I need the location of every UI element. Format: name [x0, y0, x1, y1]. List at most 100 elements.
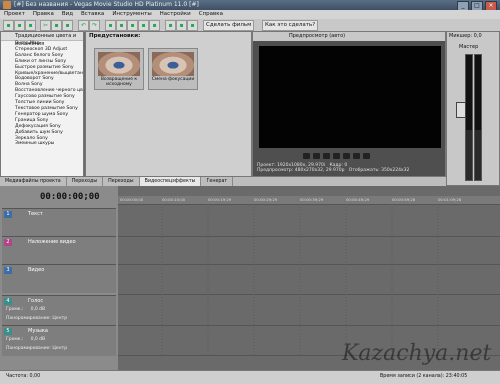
pan-label: Панорамирование:: [6, 316, 51, 321]
track-name: Видео: [28, 267, 45, 273]
undo-icon[interactable]: ↶: [78, 20, 89, 31]
stop-icon[interactable]: [343, 153, 350, 159]
pan-value[interactable]: Центр: [52, 346, 67, 351]
master-fader[interactable]: [456, 102, 466, 118]
track-header[interactable]: 4 Голос Громк.: 0,0 dB Панорамирование: …: [2, 295, 116, 326]
track-header[interactable]: 2 Наложение видео: [2, 236, 116, 265]
tab-video-fx[interactable]: Видеоспецэффекты: [139, 177, 202, 186]
paste-icon[interactable]: ▪: [62, 20, 73, 31]
track-name: Текст: [28, 211, 43, 217]
mixer-label: Микшер: 0,0: [449, 33, 482, 39]
video-preview-panel: Предпросмотр (авто) Проект: 1920x1080x, …: [252, 31, 446, 177]
play-icon[interactable]: [323, 153, 330, 159]
eye-preview-image: [98, 52, 140, 76]
track-name: Музыка: [28, 328, 48, 334]
preview-transport: [303, 153, 370, 159]
menu-tools[interactable]: Инструменты: [108, 10, 155, 19]
tab-transitions-2[interactable]: Переходы: [103, 177, 140, 186]
envelope-icon[interactable]: ▪: [149, 20, 160, 31]
track-number: 3: [4, 267, 12, 274]
new-project-icon[interactable]: ▪: [3, 20, 14, 31]
tab-transitions[interactable]: Переходы: [67, 177, 104, 186]
window-title: [#] Без названия - Vegas Movie Studio HD…: [14, 1, 199, 8]
list-item[interactable]: Текстовое размытие Sony: [15, 106, 83, 112]
preset-caption: Смена фокусации: [151, 77, 195, 82]
track-header[interactable]: 1 Текст: [2, 208, 116, 237]
pan-label: Панорамирование:: [6, 346, 51, 351]
loop-icon[interactable]: [303, 153, 310, 159]
status-bar: Частота: 0,00 Время записи (2 канала): 2…: [0, 370, 500, 384]
mixer-master-title: Мастер: [459, 44, 479, 50]
eye-preview-image: [152, 52, 194, 76]
list-item[interactable]: Змеиные шкуры: [15, 141, 83, 147]
volume-value[interactable]: 0,0 dB: [31, 307, 46, 312]
level-meter-right: [474, 54, 482, 181]
cut-icon[interactable]: ✂: [40, 20, 51, 31]
pan-value[interactable]: Центр: [52, 316, 67, 321]
track-name: Наложение видео: [28, 239, 76, 245]
make-movie-button[interactable]: Сделать фильм: [203, 20, 255, 31]
title-bar: [#] Без названия - Vegas Movie Studio HD…: [0, 0, 500, 11]
menu-edit[interactable]: Правка: [29, 10, 58, 19]
presets-label: Предустановки:: [89, 33, 141, 39]
track-name: Голос: [28, 298, 44, 304]
save-icon[interactable]: ▪: [25, 20, 36, 31]
prev-frame-icon[interactable]: [353, 153, 360, 159]
menu-bar: Проект Правка Вид Вставка Инструменты На…: [0, 10, 500, 19]
presets-panel: Предустановки: Возвращение к исходному С…: [85, 31, 252, 177]
track-number: 2: [4, 239, 12, 246]
info-label: Предпросмотр:: [257, 168, 294, 173]
info-value: 350x224x32: [381, 168, 410, 173]
volume-label: Громк.:: [6, 337, 24, 342]
split-icon[interactable]: ▪: [116, 20, 127, 31]
list-item[interactable]: Быстрое размытие Sony: [15, 65, 83, 71]
info-value: 480x270x32, 29.970p: [294, 168, 345, 173]
stabilize-icon[interactable]: ▪: [187, 20, 198, 31]
copy-icon[interactable]: ▪: [51, 20, 62, 31]
tab-generators[interactable]: Генерат: [201, 177, 234, 186]
menu-view[interactable]: Вид: [58, 10, 77, 19]
pan-row: Панорамирование: Центр: [6, 316, 67, 321]
normal-edit-icon[interactable]: ▪: [165, 20, 176, 31]
next-frame-icon[interactable]: [363, 153, 370, 159]
preview-toolbar: Предпросмотр (авто): [253, 32, 445, 41]
menu-settings[interactable]: Настройки: [156, 10, 195, 19]
pan-row: Панорамирование: Центр: [6, 346, 67, 351]
menu-insert[interactable]: Вставка: [77, 10, 108, 19]
track-header[interactable]: 3 Видео: [2, 264, 116, 293]
play-from-start-icon[interactable]: [313, 153, 320, 159]
volume-value[interactable]: 0,0 dB: [31, 337, 46, 342]
effects-list-panel: Традиционные цвета и искажения Bump Map …: [0, 31, 84, 177]
volume-row: Громк.: 0,0 dB: [6, 337, 45, 342]
rate-label: Частота: 0,00: [6, 374, 41, 379]
volume-row: Громк.: 0,0 dB: [6, 307, 45, 312]
effects-category-header[interactable]: Традиционные цвета и искажения: [1, 32, 83, 47]
timecode-display: 00:00:00;00: [40, 192, 100, 202]
level-meter-left: [465, 54, 473, 181]
watermark-logo: Kazachya.net: [342, 341, 492, 366]
redo-icon[interactable]: ↷: [89, 20, 100, 31]
pause-icon[interactable]: [333, 153, 340, 159]
open-icon[interactable]: ▪: [14, 20, 25, 31]
marker-icon[interactable]: ▪: [138, 20, 149, 31]
track-number: 1: [4, 211, 12, 218]
menu-help[interactable]: Справка: [195, 10, 227, 19]
zoom-icon[interactable]: ▪: [176, 20, 187, 31]
tab-project-media[interactable]: Медиафайлы проекта: [0, 177, 67, 186]
preview-mode-dropdown[interactable]: Предпросмотр (авто): [289, 32, 345, 41]
track-number: 5: [4, 328, 12, 335]
preset-thumbnail[interactable]: Возвращение к исходному: [94, 48, 144, 90]
snap-icon[interactable]: ▪: [127, 20, 138, 31]
menu-project[interactable]: Проект: [0, 10, 29, 19]
track-header[interactable]: 5 Музыка Громк.: 0,0 dB Панорамирование:…: [2, 325, 116, 356]
preview-screen: [259, 46, 441, 148]
how-to-button[interactable]: Как это сделать?: [262, 20, 319, 31]
preset-thumbnail[interactable]: Смена фокусации: [148, 48, 198, 90]
info-label: Отображать:: [348, 168, 380, 173]
preset-caption: Возвращение к исходному: [100, 77, 138, 87]
trim-icon[interactable]: ▪: [105, 20, 116, 31]
app-icon: [3, 1, 11, 9]
track-number: 4: [4, 298, 12, 305]
effects-list: Bump Map Стереоскоп 3D Adjust Баланс бел…: [1, 41, 83, 147]
project-info: Проект: 1920x1080x, 29.970i Кадр: 0 Пред…: [257, 163, 445, 173]
